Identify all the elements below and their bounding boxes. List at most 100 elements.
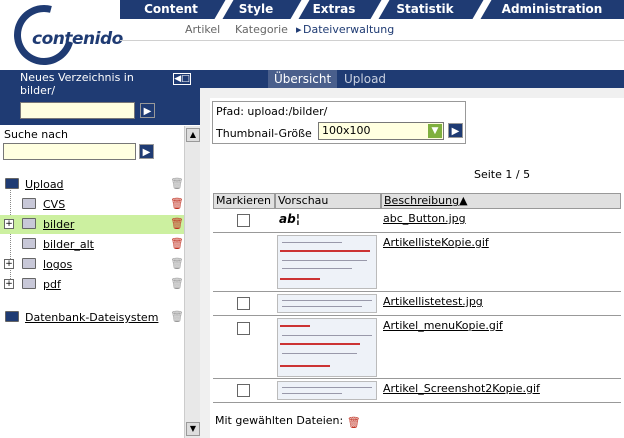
column-header-beschreibung[interactable]: Beschreibung▲ [381, 193, 621, 209]
thumb-line [282, 300, 372, 301]
file-name-link[interactable]: Artikellistetest.jpg [383, 295, 483, 308]
thumb-line [282, 242, 342, 243]
folder-icon [22, 278, 36, 289]
scroll-down-icon[interactable]: ▼ [186, 422, 200, 436]
file-name-link[interactable]: abc_Button.jpg [383, 212, 466, 225]
right-tabs: Übersicht Upload [200, 70, 624, 88]
new-directory-title: Neues Verzeichnis in bilder/ [20, 71, 134, 97]
thumb-bar [280, 365, 330, 367]
expand-icon[interactable]: + [4, 219, 14, 229]
left-panel: Neues Verzeichnis in bilder/ ◀□ ▶ Suche … [0, 70, 200, 438]
row-checkbox[interactable] [237, 297, 250, 310]
right-panel: Übersicht Upload Pfad: upload:/bilder/ T… [200, 70, 624, 438]
tree-item-label[interactable]: bilder [43, 218, 74, 231]
search-input[interactable] [3, 143, 136, 160]
column-header-vorschau: Vorschau [275, 193, 381, 209]
thumb-bar [280, 278, 320, 280]
thumb-bar [280, 343, 360, 345]
folder-icon [22, 238, 36, 249]
nav-statistik[interactable]: Statistik [382, 0, 468, 19]
table-row: Artikel_menuKopie.gif [213, 316, 621, 379]
tree-item-logos[interactable]: + logos 🗑 [0, 255, 184, 274]
thumb-line [282, 268, 352, 269]
new-directory-section: Neues Verzeichnis in bilder/ ◀□ ▶ [0, 70, 200, 125]
thumb-line [282, 335, 372, 336]
trash-icon[interactable]: 🗑 [170, 237, 184, 250]
thumbnail-size-select[interactable]: 100x100 ▼ [318, 122, 444, 140]
tree-item-upload[interactable]: Upload 🗑 [0, 175, 184, 194]
apply-thumbnail-button[interactable]: ▶ [448, 123, 463, 138]
path-box: Pfad: upload:/bilder/ Thumbnail-Größe 10… [212, 101, 466, 144]
tab-upload[interactable]: Upload [338, 70, 392, 88]
tree-item-label[interactable]: Upload [25, 178, 64, 191]
logo-text: contenido [32, 29, 123, 49]
trash-icon: 🗑 [170, 257, 184, 270]
column-header-markieren: Markieren [213, 193, 275, 209]
tree-item-label[interactable]: logos [43, 258, 72, 271]
trash-icon[interactable]: 🗑 [347, 416, 361, 429]
row-checkbox[interactable] [237, 322, 250, 335]
search-button[interactable]: ▶ [139, 144, 154, 159]
subnav-dateiverwaltung[interactable]: Dateiverwaltung [303, 23, 394, 36]
expand-icon[interactable]: + [4, 279, 14, 289]
nav-content[interactable]: Content [132, 0, 210, 19]
tree-item-cvs[interactable]: CVS 🗑 [0, 195, 184, 214]
tree-item-label[interactable]: pdf [43, 278, 61, 291]
upload-folder-icon [5, 178, 19, 189]
column-header-beschreibung-label[interactable]: Beschreibung [384, 194, 459, 207]
thumb-bar [280, 250, 370, 252]
file-thumbnail[interactable] [277, 294, 377, 313]
nav-administration[interactable]: Administration [484, 0, 620, 19]
tab-uebersicht[interactable]: Übersicht [268, 70, 338, 88]
table-row: Artikel_Screenshot2Kopie.gif [213, 379, 621, 403]
file-thumbnail[interactable] [277, 235, 377, 289]
left-scrollbar[interactable]: ▲ ▼ [184, 126, 200, 438]
tree-item-bilder[interactable]: + bilder 🗑 [0, 215, 184, 234]
create-directory-button[interactable]: ▶ [140, 103, 155, 118]
database-folder-icon [5, 311, 19, 322]
row-checkbox[interactable] [237, 384, 250, 397]
folder-icon [22, 258, 36, 269]
sub-nav: Artikel Kategorie ▸ Dateiverwaltung [120, 19, 624, 41]
thumb-line [282, 306, 362, 307]
contenido-logo[interactable]: contenido [3, 0, 123, 76]
chevron-down-icon[interactable]: ▼ [428, 124, 442, 138]
trash-icon[interactable]: 🗑 [170, 197, 184, 210]
scroll-up-icon[interactable]: ▲ [186, 128, 200, 142]
nav-extras[interactable]: Extras [302, 0, 366, 19]
tree-item-pdf[interactable]: + pdf 🗑 [0, 275, 184, 294]
main-nav: Content Style Extras Statistik Administr… [120, 0, 624, 19]
subnav-artikel[interactable]: Artikel [185, 23, 220, 36]
file-name-link[interactable]: ArtikellisteKopie.gif [383, 236, 489, 249]
path-label: Pfad: upload:/bilder/ [216, 105, 328, 118]
tree-item-datenbank[interactable]: Datenbank-Dateisystem 🗑 [0, 308, 184, 327]
new-directory-input[interactable] [20, 102, 135, 119]
table-row: ArtikellisteKopie.gif [213, 233, 621, 292]
abc-button-thumbnail[interactable]: ab¦ [279, 212, 300, 226]
subnav-kategorie[interactable]: Kategorie [235, 23, 288, 36]
table-row: ab¦ abc_Button.jpg [213, 209, 621, 233]
frame-toggle-icon[interactable]: ◀□ [173, 73, 191, 85]
expand-icon[interactable]: + [4, 259, 14, 269]
tree-item-label[interactable]: CVS [43, 198, 65, 211]
file-list-content: Pfad: upload:/bilder/ Thumbnail-Größe 10… [210, 98, 624, 438]
file-thumbnail[interactable] [277, 381, 377, 400]
folder-icon [22, 198, 36, 209]
trash-icon: 🗑 [170, 310, 184, 323]
nav-style[interactable]: Style [226, 0, 286, 19]
trash-icon: 🗑 [170, 177, 184, 190]
thumb-line [282, 260, 367, 261]
thumbnail-size-value: 100x100 [322, 124, 371, 137]
page-info: Seite 1 / 5 [474, 168, 531, 181]
sort-asc-icon: ▲ [459, 194, 468, 207]
folder-icon [22, 218, 36, 229]
tree-item-label[interactable]: bilder_alt [43, 238, 94, 251]
tree-item-bilder-alt[interactable]: bilder_alt 🗑 [0, 235, 184, 254]
row-checkbox[interactable] [237, 214, 250, 227]
file-thumbnail[interactable] [277, 318, 377, 377]
tree-item-label[interactable]: Datenbank-Dateisystem [25, 311, 158, 324]
trash-icon[interactable]: 🗑 [170, 217, 184, 230]
file-name-link[interactable]: Artikel_Screenshot2Kopie.gif [383, 382, 540, 395]
header: contenido Content Style Extras Statistik… [0, 0, 624, 76]
file-name-link[interactable]: Artikel_menuKopie.gif [383, 319, 503, 332]
